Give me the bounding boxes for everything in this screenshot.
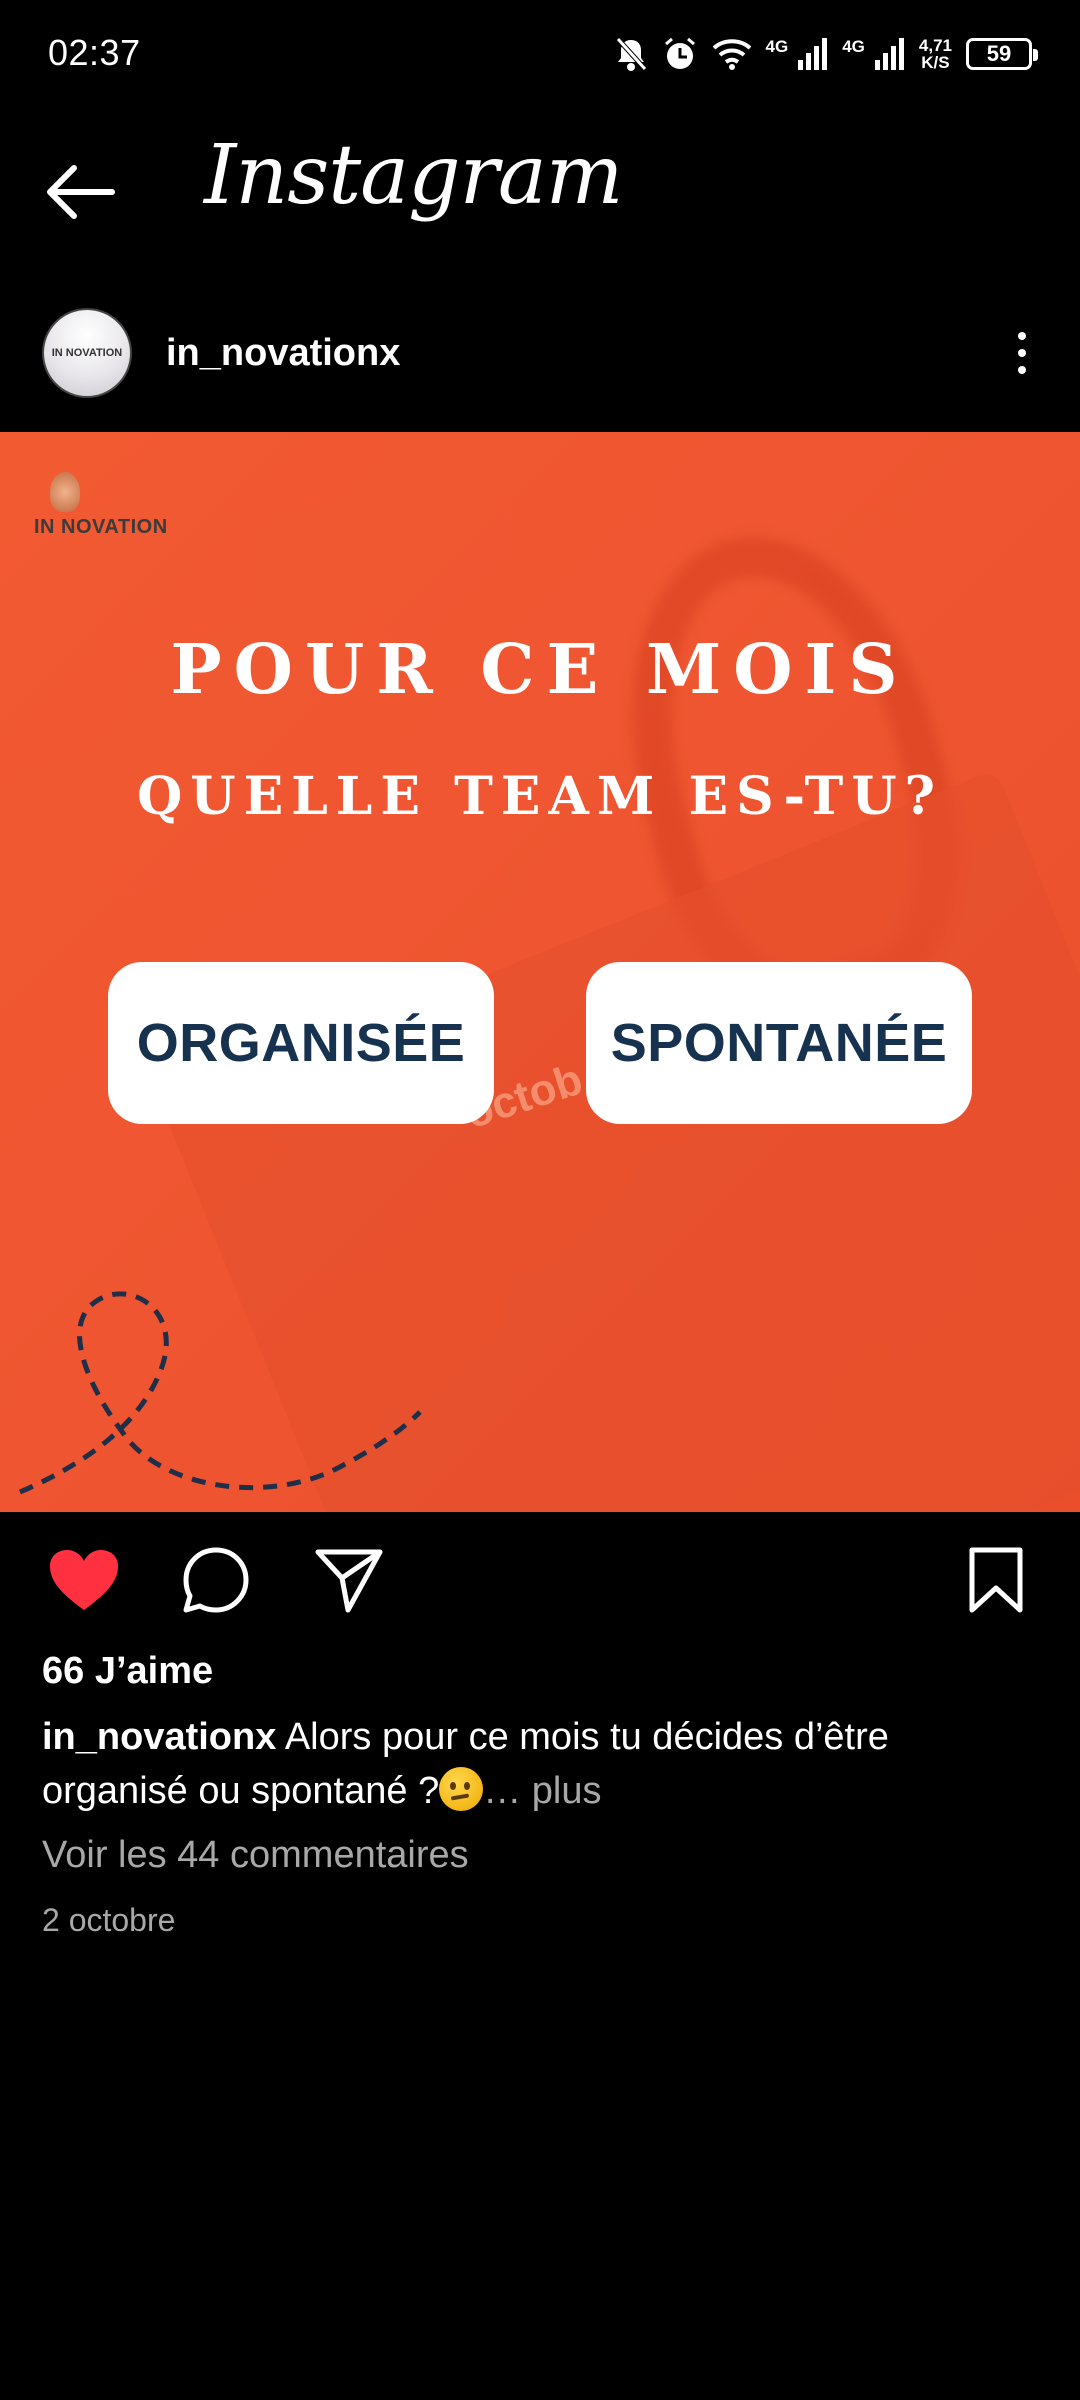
battery-level: 59: [986, 41, 1012, 66]
bell-off-icon: [615, 37, 647, 71]
save-button[interactable]: [954, 1538, 1038, 1622]
bookmark-icon: [969, 1547, 1023, 1613]
network-type-2: 4G: [842, 36, 865, 56]
thinking-face-emoji: [439, 1767, 484, 1811]
view-comments-link[interactable]: Voir les 44 commentaires: [42, 1834, 469, 1877]
option-organisee: ORGANISÉE: [108, 962, 494, 1124]
arrow-left-icon: [47, 165, 115, 219]
post-username[interactable]: in_novationx: [166, 332, 400, 375]
avatar[interactable]: IN NOVATION: [42, 308, 132, 398]
status-icons: 4G 4G 4,71 K/S 59: [614, 30, 1038, 78]
dashed-loop-decoration: [19, 1291, 422, 1495]
app-header: Instagram: [0, 110, 1080, 270]
caption-more-link[interactable]: … plus: [483, 1770, 601, 1812]
headline-2: QUELLE TEAM ES-TU?: [136, 766, 944, 827]
post-header: IN NOVATION in_novationx: [0, 290, 1080, 420]
battery-icon: 59: [966, 38, 1038, 70]
alarm-icon: [664, 37, 695, 69]
wifi-icon: [712, 39, 751, 70]
option-spontanee: SPONTANÉE: [586, 962, 972, 1124]
back-button[interactable]: [40, 152, 120, 232]
network-type-1: 4G: [765, 36, 789, 56]
like-button[interactable]: [42, 1538, 126, 1622]
heart-filled-icon: [50, 1550, 118, 1610]
status-time: 02:37: [48, 32, 141, 73]
brand-logo: IN NOVATION: [34, 472, 168, 539]
avatar-label: IN NOVATION: [51, 347, 123, 359]
post-image[interactable]: octob IN NOVATION POUR CE MOIS QUELLE TE…: [0, 432, 1080, 1512]
more-vertical-icon: [1018, 332, 1026, 340]
likes-count[interactable]: 66 J’aime: [42, 1650, 213, 1693]
app-logo: Instagram: [204, 128, 623, 223]
more-options-button[interactable]: [992, 318, 1052, 388]
status-bar: 02:37 4G 4G 4,71 K/S 59: [0, 0, 1080, 110]
lightbulb-icon: [50, 472, 80, 512]
paper-plane-icon: [315, 1549, 383, 1613]
post-date: 2 octobre: [42, 1902, 176, 1938]
share-button[interactable]: [306, 1538, 390, 1622]
comment-icon: [183, 1547, 249, 1613]
signal-icon: [874, 38, 904, 70]
caption-username[interactable]: in_novationx: [42, 1716, 276, 1758]
caption: in_novationx Alors pour ce mois tu décid…: [42, 1710, 1042, 1818]
headline-1: POUR CE MOIS: [170, 630, 910, 710]
post-actions: [0, 1530, 1080, 1630]
brand-name: IN NOVATION: [34, 516, 168, 538]
network-speed: 4,71 K/S: [918, 36, 952, 72]
comment-button[interactable]: [174, 1538, 258, 1622]
signal-icon: [798, 38, 828, 70]
